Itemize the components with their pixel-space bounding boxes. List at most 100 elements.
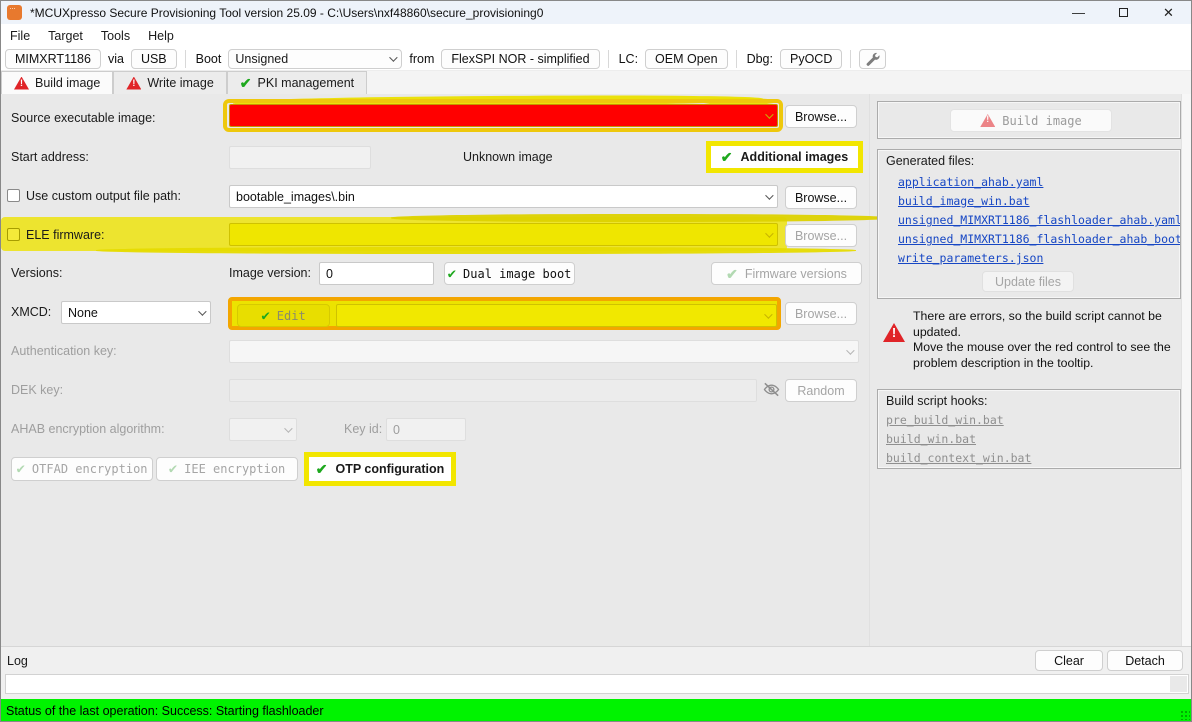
ahab-alg-combo (229, 418, 297, 441)
highlight-marker (96, 247, 856, 254)
custom-output-value: bootable_images\.bin (236, 190, 355, 204)
title-bar: *MCUXpresso Secure Provisioning Tool ver… (1, 1, 1191, 24)
error-triangle-icon (14, 77, 29, 90)
firmware-versions-button: ✔ Firmware versions (711, 262, 862, 285)
authentication-key-combo (229, 340, 859, 363)
error-message-block: There are errors, so the build script ca… (877, 309, 1179, 371)
custom-output-browse-button[interactable]: Browse... (785, 186, 857, 209)
xmcd-browse-button: Browse... (785, 302, 857, 325)
toolbar-separator (185, 50, 186, 68)
source-browse-button[interactable]: Browse... (785, 105, 857, 128)
xmcd-edit-button[interactable]: ✔ Edit (237, 304, 330, 327)
status-text: Status of the last operation: Success: S… (6, 704, 324, 718)
menu-target[interactable]: Target (39, 26, 92, 46)
source-image-combo[interactable] (229, 104, 778, 127)
authentication-key-label: Authentication key: (11, 344, 117, 358)
boot-label: Boot (194, 52, 224, 66)
vertical-scrollbar[interactable] (1181, 94, 1192, 646)
dual-image-boot-button[interactable]: ✔ Dual image boot (444, 262, 575, 285)
resize-grip[interactable] (1180, 710, 1190, 720)
dek-key-input (229, 379, 757, 402)
highlight-marker (391, 214, 891, 222)
chevron-down-icon (390, 53, 398, 61)
check-icon: ✔ (261, 309, 269, 323)
otp-configuration-highlight: ✔ OTP configuration (304, 452, 456, 486)
lc-label: LC: (617, 52, 640, 66)
settings-button[interactable] (859, 49, 886, 69)
key-id-input: 0 (386, 418, 466, 441)
tab-pki-management[interactable]: ✔ PKI management (227, 71, 367, 94)
build-image-group: Build image (877, 101, 1181, 139)
ele-firmware-label: ELE firmware: (26, 228, 105, 242)
chevron-down-icon (765, 191, 773, 199)
generated-file-link[interactable]: build_image_win.bat (898, 192, 1181, 211)
iee-encryption-button: ✔ IEE encryption (156, 457, 298, 481)
maximize-button[interactable] (1101, 1, 1146, 24)
xmcd-highlight-box: ✔ Edit (228, 297, 781, 330)
generated-file-link[interactable]: unsigned_MIMXRT1186_flashloader_ahab.yam… (898, 211, 1181, 230)
check-icon: ✔ (169, 462, 177, 476)
app-icon (7, 5, 22, 20)
custom-output-checkbox[interactable] (7, 189, 20, 202)
firmware-versions-label: Firmware versions (745, 267, 847, 281)
menu-file[interactable]: File (1, 26, 39, 46)
toolbar: MIMXRT1186 via USB Boot Unsigned from Fl… (1, 48, 1191, 71)
hook-link[interactable]: pre_build_win.bat (886, 411, 1031, 430)
xmcd-combo[interactable]: None (61, 301, 211, 324)
toolbar-separator (608, 50, 609, 68)
log-scrollbar[interactable] (1170, 676, 1187, 692)
custom-output-combo[interactable]: bootable_images\.bin (229, 185, 778, 208)
start-address-input[interactable] (229, 146, 371, 169)
ele-firmware-combo[interactable] (229, 223, 778, 246)
hooks-label: Build script hooks: (886, 394, 987, 408)
log-label: Log (7, 654, 28, 668)
xmcd-label: XMCD: (11, 305, 51, 319)
chevron-down-icon (765, 229, 773, 237)
ele-browse-button: Browse... (785, 224, 857, 247)
boot-memory-button[interactable]: FlexSPI NOR - simplified (441, 49, 599, 69)
tab-write-image[interactable]: Write image (113, 71, 226, 94)
key-id-label: Key id: (344, 422, 382, 436)
dual-image-boot-label: Dual image boot (463, 267, 571, 281)
clear-button[interactable]: Clear (1035, 650, 1103, 671)
minimize-button[interactable]: — (1056, 1, 1101, 24)
ele-firmware-checkbox[interactable] (7, 228, 20, 241)
additional-images-highlight: ✔ Additional images (706, 141, 863, 173)
detach-button[interactable]: Detach (1107, 650, 1183, 671)
generated-files-label: Generated files: (886, 154, 974, 168)
boot-type-value: Unsigned (235, 52, 288, 66)
tab-build-image-label: Build image (35, 76, 100, 90)
additional-images-button[interactable]: Additional images (741, 150, 849, 164)
hook-link[interactable]: build_win.bat (886, 430, 1031, 449)
versions-label: Versions: (11, 266, 62, 280)
generated-file-link[interactable]: unsigned_MIMXRT1186_flashloader_ahab_boo… (898, 230, 1181, 249)
otp-configuration-button[interactable]: OTP configuration (335, 462, 444, 476)
tab-pki-label: PKI management (258, 76, 355, 90)
otfad-encryption-button: ✔ OTFAD encryption (11, 457, 153, 481)
close-button[interactable]: ✕ (1146, 1, 1191, 24)
log-field[interactable] (5, 674, 1189, 694)
build-image-panel: Source executable image: Browse... Start… (1, 94, 1192, 646)
processor-button[interactable]: MIMXRT1186 (5, 49, 101, 69)
image-version-input[interactable]: 0 (319, 262, 434, 285)
menu-tools[interactable]: Tools (92, 26, 139, 46)
xmcd-edit-label: Edit (277, 309, 306, 323)
xmcd-file-combo[interactable] (336, 304, 777, 327)
build-image-button[interactable]: Build image (950, 109, 1112, 132)
tab-build-image[interactable]: Build image (1, 71, 113, 94)
check-icon: ✔ (16, 462, 24, 476)
hook-link[interactable]: build_context_win.bat (886, 449, 1031, 468)
generated-file-link[interactable]: write_parameters.json (898, 249, 1181, 268)
menu-help[interactable]: Help (139, 26, 183, 46)
panel-divider (869, 94, 870, 646)
debug-probe-button[interactable]: PyOCD (780, 49, 842, 69)
error-text-line1: There are errors, so the build script ca… (913, 309, 1162, 339)
life-cycle-button[interactable]: OEM Open (645, 49, 728, 69)
random-button: Random (785, 379, 857, 402)
connection-button[interactable]: USB (131, 49, 177, 69)
image-version-value: 0 (326, 267, 333, 281)
via-label: via (106, 52, 126, 66)
toolbar-separator (850, 50, 851, 68)
boot-type-combo[interactable]: Unsigned (228, 49, 402, 69)
generated-file-link[interactable]: application_ahab.yaml (898, 173, 1181, 192)
